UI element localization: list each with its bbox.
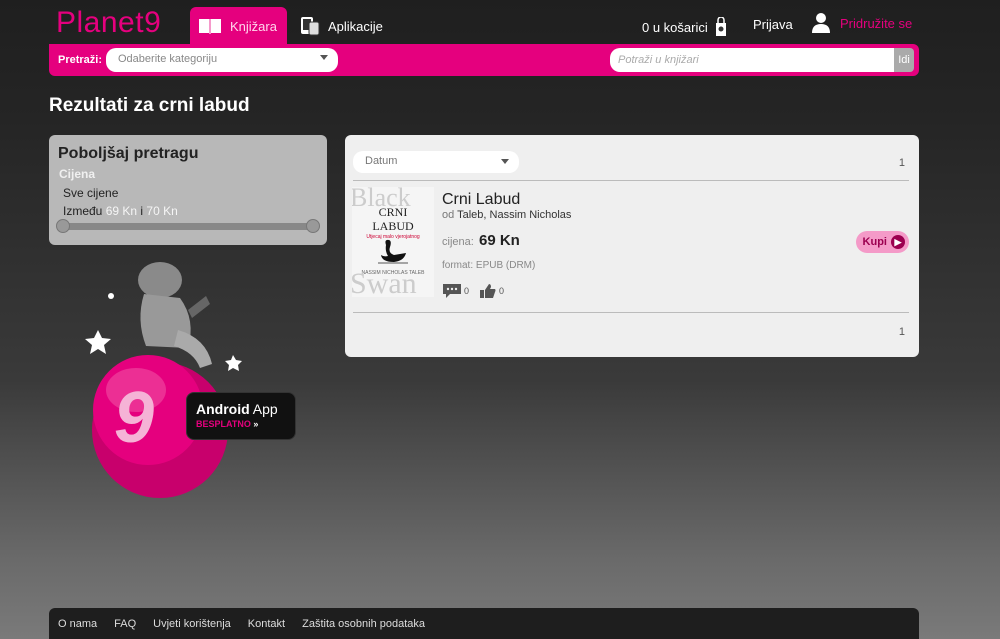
brand-glyph: 9: [114, 378, 154, 458]
page-title: Rezultati za crni labud: [49, 95, 250, 116]
range-prefix: Između: [63, 204, 103, 218]
apps-icon: [301, 17, 320, 36]
cover-bg-bottom: Swan: [352, 267, 417, 297]
filter-panel: Poboljšaj pretragu Cijena Sve cijene Izm…: [49, 135, 327, 245]
author-name[interactable]: Taleb, Nassim Nicholas: [457, 209, 571, 221]
category-select-value: Odaberite kategoriju: [118, 53, 218, 65]
arrow-right-icon: ▶: [891, 235, 905, 249]
search-input[interactable]: [610, 48, 894, 72]
footer: O nama FAQ Uvjeti korištenja Kontakt Zaš…: [49, 608, 919, 639]
double-chevron-icon: »: [253, 419, 259, 429]
android-app-promo[interactable]: 9 Android App BESPLATNO »: [78, 260, 308, 500]
logo[interactable]: Planet9: [56, 6, 161, 40]
book-author: od Taleb, Nassim Nicholas: [442, 209, 571, 221]
filter-all-prices[interactable]: Sve cijene: [63, 186, 118, 200]
likes-count[interactable]: 0: [479, 283, 504, 299]
book-price: 69 Kn: [479, 232, 520, 249]
tab-knjizara[interactable]: Knjižara: [190, 7, 287, 45]
range-sep: i: [140, 204, 144, 218]
footer-link-faq[interactable]: FAQ: [114, 618, 136, 630]
price-slider[interactable]: [59, 223, 317, 230]
badge-rest: App: [252, 401, 278, 417]
tab-knjizara-label: Knjižara: [230, 18, 277, 34]
footer-link-terms[interactable]: Uvjeti korištenja: [153, 618, 231, 630]
author-prefix: od: [442, 209, 455, 221]
pagination-top[interactable]: 1: [899, 157, 905, 169]
register-link[interactable]: Pridružite se: [811, 12, 912, 34]
search-bar: Pretraži: Odaberite kategoriju Idi: [49, 44, 919, 76]
cart-icon: [715, 17, 726, 36]
android-app-badge[interactable]: Android App BESPLATNO »: [186, 392, 296, 440]
badge-bold: Android: [196, 401, 250, 417]
results-panel: Datum 1 Black CRNI LABUD Utjecaj malo vje…: [345, 135, 919, 357]
filter-category: Cijena: [59, 167, 96, 181]
sort-select[interactable]: Datum: [353, 151, 519, 173]
login-link[interactable]: Prijava: [753, 17, 793, 32]
divider: [353, 312, 909, 313]
thumbs-up-icon: [480, 284, 496, 298]
book-cover[interactable]: Black CRNI LABUD Utjecaj malo vjerojatnog…: [352, 187, 434, 297]
cart-label: 0 u košarici: [642, 19, 708, 35]
buy-label: Kupi: [862, 236, 887, 248]
book-icon: [199, 19, 221, 34]
cart-link[interactable]: 0 u košarici: [642, 17, 728, 37]
cover-title: CRNI LABUD: [372, 205, 414, 233]
likes-value: 0: [499, 286, 505, 296]
footer-link-privacy[interactable]: Zaštita osobnih podataka: [302, 618, 425, 630]
price-slider-min-handle[interactable]: [56, 219, 70, 233]
comments-count[interactable]: 0: [442, 283, 469, 299]
register-label: Pridružite se: [840, 15, 913, 31]
book-title[interactable]: Crni Labud: [442, 191, 520, 209]
price-label: cijena:: [442, 236, 474, 248]
chevron-down-icon: [320, 55, 328, 60]
swan-icon: [378, 239, 408, 264]
search-button[interactable]: Idi: [894, 48, 914, 72]
planet9-mascot-illustration: 9: [85, 262, 242, 498]
user-icon: [812, 13, 830, 33]
comments-value: 0: [464, 286, 470, 296]
search-label: Pretraži:: [58, 54, 103, 66]
range-max: 70 Kn: [146, 204, 178, 218]
comment-icon: [443, 284, 461, 298]
buy-button[interactable]: Kupi ▶: [855, 231, 909, 253]
filter-price-range: Između 69 Kn i 70 Kn: [63, 204, 178, 218]
chevron-down-icon: [501, 159, 509, 164]
footer-link-contact[interactable]: Kontakt: [248, 618, 285, 630]
category-select[interactable]: Odaberite kategoriju: [106, 48, 338, 72]
filter-title: Poboljšaj pretragu: [58, 145, 199, 162]
sort-value: Datum: [365, 155, 398, 167]
tab-aplikacije[interactable]: Aplikacije: [292, 7, 391, 45]
book-format: format: EPUB (DRM): [442, 260, 536, 271]
pagination-bottom[interactable]: 1: [899, 326, 905, 338]
divider: [353, 180, 909, 181]
footer-link-about[interactable]: O nama: [58, 618, 97, 630]
badge-sub: BESPLATNO: [196, 419, 251, 429]
price-slider-max-handle[interactable]: [306, 219, 320, 233]
range-min: 69 Kn: [105, 204, 138, 218]
tab-aplikacije-label: Aplikacije: [328, 18, 383, 34]
